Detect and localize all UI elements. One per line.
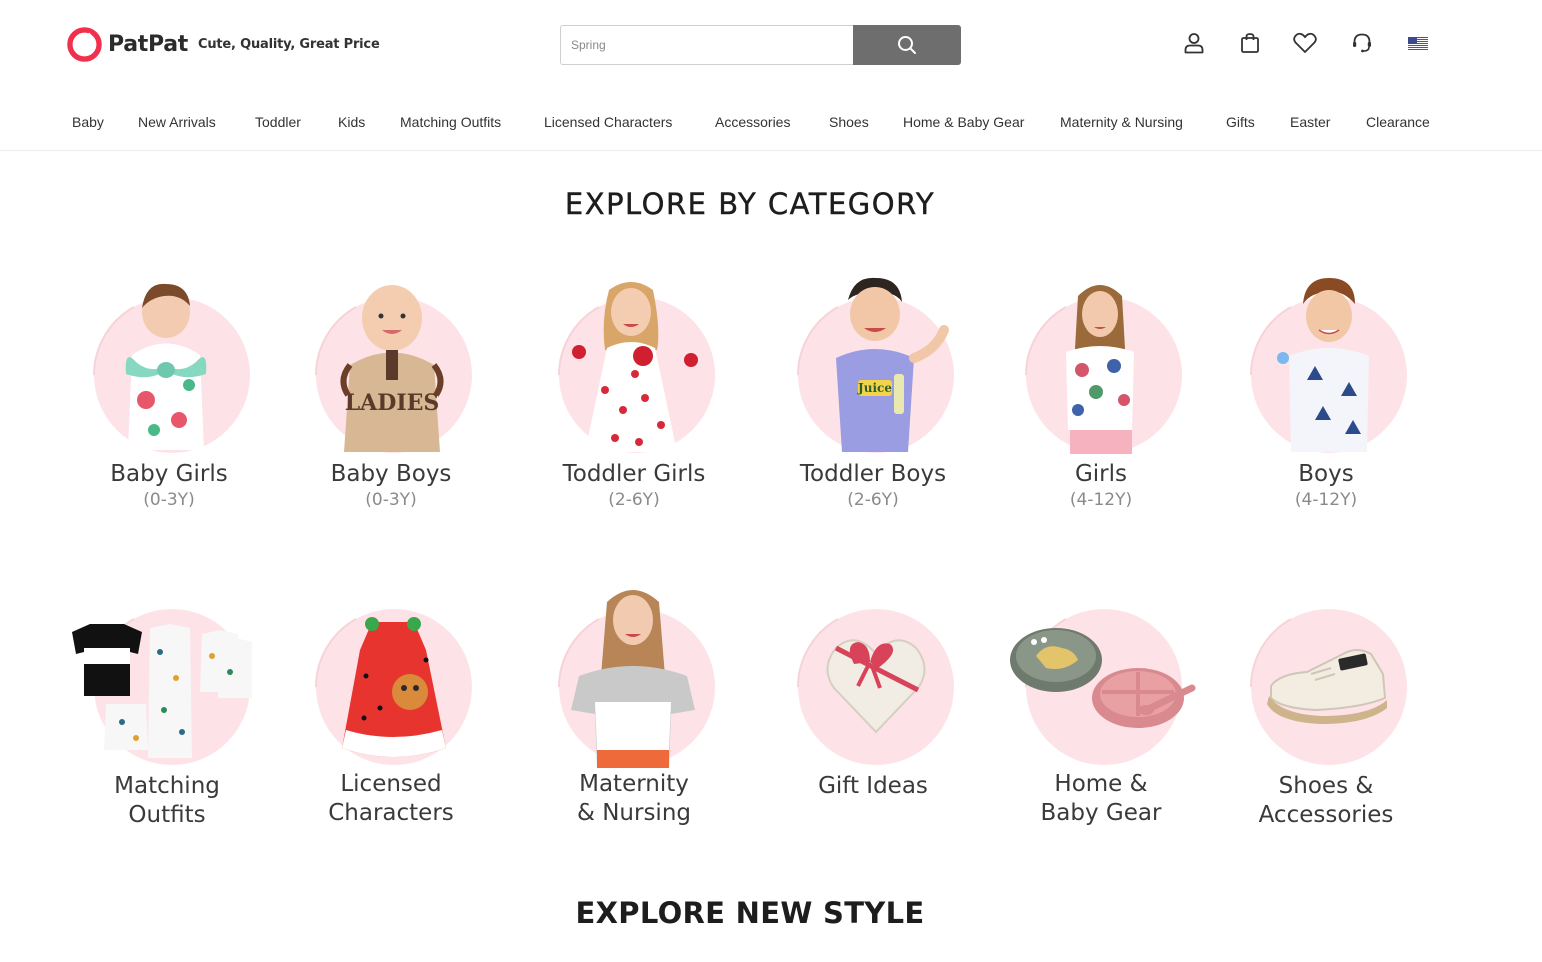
category-age: (0-3Y) bbox=[365, 490, 417, 510]
search-button[interactable] bbox=[853, 25, 961, 65]
category-age: (0-3Y) bbox=[143, 490, 195, 510]
category-name: Home & Baby Gear bbox=[986, 770, 1216, 828]
category-card-gift-ideas[interactable]: Gift Ideas bbox=[758, 582, 988, 801]
category-age: (4-12Y) bbox=[1294, 490, 1358, 510]
nav-item-maternity-nursing[interactable]: Maternity & Nursing bbox=[1060, 114, 1183, 130]
category-name: Toddler Boys bbox=[799, 461, 947, 487]
category-name: Baby Boys bbox=[330, 461, 452, 487]
search-icon bbox=[898, 36, 916, 54]
toddler-boy-photo: Juice bbox=[797, 277, 954, 453]
nav-item-new-arrivals[interactable]: New Arrivals bbox=[138, 114, 216, 130]
nav-item-kids[interactable]: Kids bbox=[338, 114, 365, 130]
brand-tagline: Cute, Quality, Great Price bbox=[198, 37, 380, 52]
nav-item-baby[interactable]: Baby bbox=[72, 114, 104, 130]
site-header: PatPat Cute, Quality, Great Price bbox=[0, 0, 1542, 90]
category-name: Matching Outfits bbox=[52, 772, 282, 830]
search-bar bbox=[560, 25, 961, 65]
category-name-line: Maternity bbox=[579, 771, 689, 797]
character-dress-photo bbox=[315, 609, 472, 765]
cart-button[interactable] bbox=[1235, 28, 1265, 58]
nav-item-easter[interactable]: Easter bbox=[1290, 114, 1330, 130]
category-name-line: Accessories bbox=[1258, 802, 1394, 828]
girl-photo bbox=[1025, 285, 1182, 454]
heart-icon bbox=[1293, 32, 1317, 53]
category-name: Girls bbox=[1074, 461, 1128, 487]
headset-icon bbox=[1353, 33, 1371, 53]
category-card-toddler-boys[interactable]: Juice Toddler Boys (2-6Y) bbox=[758, 270, 988, 510]
nav-item-accessories[interactable]: Accessories bbox=[715, 114, 790, 130]
maternity-tee-photo bbox=[558, 590, 715, 768]
category-card-baby-boys[interactable]: LADIES Baby Boys (0-3Y) bbox=[276, 270, 506, 510]
category-card-licensed-characters[interactable]: Licensed Characters bbox=[276, 580, 506, 828]
us-flag-icon[interactable] bbox=[1408, 37, 1428, 50]
category-card-shoes-accessories[interactable]: Shoes & Accessories bbox=[1211, 582, 1441, 830]
category-name-line: Characters bbox=[328, 800, 454, 826]
nav-item-clearance[interactable]: Clearance bbox=[1366, 114, 1430, 130]
category-name-line: Licensed bbox=[340, 771, 442, 797]
boy-photo bbox=[1250, 278, 1407, 453]
bag-icon bbox=[1241, 33, 1259, 53]
nav-item-toddler[interactable]: Toddler bbox=[255, 114, 301, 130]
category-name: Gift Ideas bbox=[758, 772, 988, 801]
category-name-line: Shoes & bbox=[1278, 773, 1374, 799]
category-card-maternity-nursing[interactable]: Maternity & Nursing bbox=[519, 580, 749, 828]
category-age: (4-12Y) bbox=[1069, 490, 1133, 510]
category-age: (2-6Y) bbox=[847, 490, 899, 510]
baby-girl-photo bbox=[93, 283, 250, 453]
category-card-boys[interactable]: Boys (4-12Y) bbox=[1211, 270, 1441, 510]
category-card-matching-outfits[interactable]: Matching Outfits bbox=[52, 582, 282, 830]
nav-item-gifts[interactable]: Gifts bbox=[1226, 114, 1255, 130]
user-icon bbox=[1184, 33, 1204, 54]
category-name: Boys bbox=[1298, 461, 1354, 487]
category-name: Licensed Characters bbox=[276, 770, 506, 828]
main-nav: Baby New Arrivals Toddler Kids Matching … bbox=[0, 96, 1542, 151]
category-card-home-baby-gear[interactable]: Home & Baby Gear bbox=[986, 580, 1216, 828]
nav-item-matching-outfits[interactable]: Matching Outfits bbox=[400, 114, 501, 130]
category-name-line: Outfits bbox=[128, 802, 206, 828]
nav-item-shoes[interactable]: Shoes bbox=[829, 114, 869, 130]
category-age: (2-6Y) bbox=[608, 490, 660, 510]
wishlist-button[interactable] bbox=[1290, 28, 1320, 58]
nav-item-home-baby-gear[interactable]: Home & Baby Gear bbox=[903, 114, 1024, 130]
brand-logo[interactable]: PatPat Cute, Quality, Great Price bbox=[67, 27, 380, 62]
category-name: Toddler Girls bbox=[562, 461, 706, 487]
brand-name: PatPat bbox=[108, 32, 188, 57]
category-name-line: Home & bbox=[1054, 771, 1148, 797]
category-name-line: Baby Gear bbox=[1040, 800, 1162, 826]
category-name-line: Gift Ideas bbox=[818, 773, 928, 799]
toddler-girl-photo bbox=[558, 282, 715, 453]
family-outfits-photo bbox=[72, 609, 252, 765]
search-input[interactable] bbox=[560, 25, 853, 65]
category-card-toddler-girls[interactable]: Toddler Girls (2-6Y) bbox=[519, 270, 749, 510]
category-name-line: Matching bbox=[114, 773, 220, 799]
svg-text:Juice: Juice bbox=[857, 381, 892, 395]
category-name: Baby Girls bbox=[110, 461, 228, 487]
baby-sneaker-photo bbox=[1250, 609, 1407, 765]
category-card-baby-girls[interactable]: Baby Girls (0-3Y) bbox=[54, 270, 284, 510]
category-name-line: & Nursing bbox=[576, 800, 692, 826]
gift-box-photo bbox=[797, 609, 954, 765]
account-button[interactable] bbox=[1179, 28, 1209, 58]
section-title-explore-category: EXPLORE BY CATEGORY bbox=[564, 187, 936, 221]
svg-text:LADIES: LADIES bbox=[345, 390, 440, 416]
category-name: Shoes & Accessories bbox=[1211, 772, 1441, 830]
baby-boy-photo: LADIES bbox=[315, 285, 472, 453]
baby-plates-photo bbox=[1010, 609, 1196, 765]
patpat-logo-icon bbox=[67, 27, 102, 62]
category-name: Maternity & Nursing bbox=[519, 770, 749, 828]
section-title-explore-new-style: EXPLORE NEW STYLE bbox=[575, 896, 925, 930]
category-card-girls[interactable]: Girls (4-12Y) bbox=[986, 270, 1216, 510]
support-button[interactable] bbox=[1347, 28, 1377, 58]
nav-item-licensed-characters[interactable]: Licensed Characters bbox=[544, 114, 672, 130]
